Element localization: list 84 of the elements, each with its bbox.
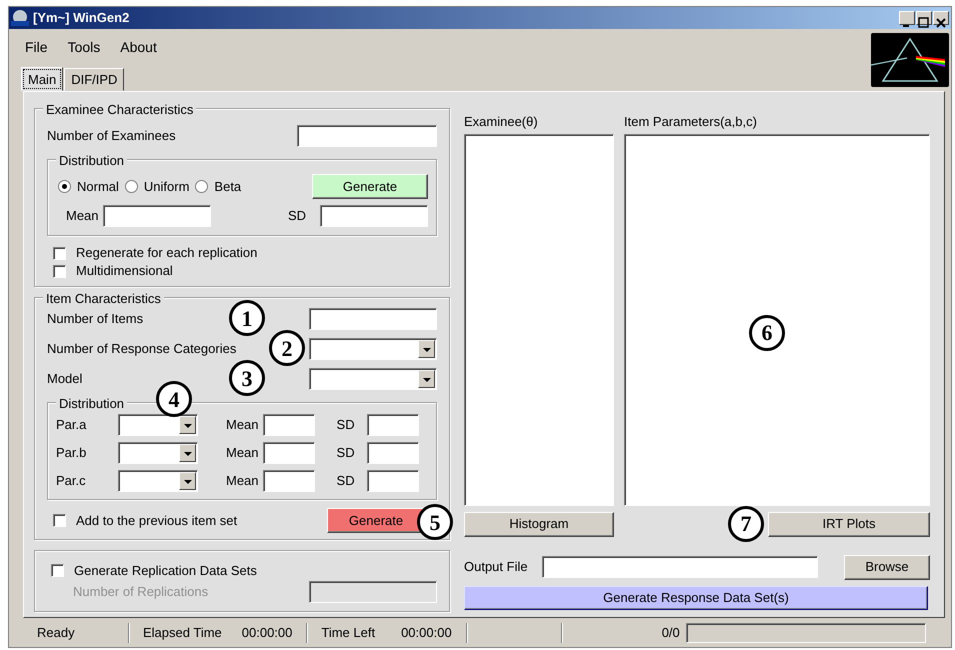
checkbox-label: Multidimensional	[76, 262, 173, 280]
callout-marker: 7	[728, 506, 764, 542]
caret-icon[interactable]	[179, 444, 196, 462]
status-text: 0/0	[662, 624, 680, 642]
menu-item[interactable]: Tools	[58, 37, 110, 60]
generate-button[interactable]: Generate	[312, 174, 428, 199]
field-label: Number of Examinees	[47, 127, 176, 146]
window-title: [Ym~] WinGen2	[33, 9, 130, 28]
field-label: Mean	[226, 444, 259, 462]
field-label: SD	[288, 207, 306, 226]
caret-icon[interactable]	[418, 340, 435, 358]
generate-button[interactable]: Generate	[327, 508, 425, 533]
maximize-icon[interactable]	[916, 11, 932, 25]
status-text: Time Left	[321, 624, 376, 642]
status-text: 00:00:00	[242, 624, 292, 642]
input-field[interactable]	[262, 414, 315, 436]
input-field[interactable]	[366, 414, 419, 436]
app-icon	[11, 10, 29, 26]
checkbox-label: Add to the previous item set	[76, 512, 238, 530]
caret-icon[interactable]	[179, 416, 196, 434]
input-field[interactable]	[366, 442, 419, 464]
input-field[interactable]	[309, 308, 437, 330]
browse-button[interactable]: Browse	[844, 554, 930, 580]
option-label: Beta	[214, 178, 242, 196]
status-text: Ready	[37, 624, 75, 642]
item-parameters-list[interactable]: 6	[624, 134, 930, 506]
tab[interactable]: DIF/IPD	[64, 68, 124, 91]
field-label: SD	[336, 444, 355, 462]
option-label: Normal	[77, 178, 119, 196]
input-field[interactable]	[262, 442, 315, 464]
callout-marker: 6	[749, 314, 785, 350]
histogram-button[interactable]: Histogram	[464, 512, 614, 536]
radio-button[interactable]	[124, 180, 138, 193]
option-label: Uniform	[144, 178, 190, 196]
field-label: Model	[47, 370, 82, 388]
output-file-field[interactable]	[542, 556, 818, 578]
status-text: 00:00:00	[401, 624, 452, 642]
field-label: Number of Replications	[73, 582, 208, 601]
field-label: SD	[336, 472, 355, 490]
checkbox[interactable]	[53, 246, 66, 260]
menu-item[interactable]: File	[15, 37, 58, 60]
field-label: Par.c	[56, 472, 87, 490]
field-label: Mean	[226, 416, 259, 434]
irt-plots-button[interactable]: IRT Plots	[768, 512, 930, 536]
field-label: Output File	[464, 558, 528, 576]
status-text: Elapsed Time	[143, 624, 222, 642]
menu-item[interactable]: About	[110, 37, 167, 60]
callout-marker: 3	[229, 360, 265, 396]
close-icon[interactable]	[933, 11, 949, 25]
tab[interactable]: Main	[21, 66, 64, 91]
checkbox[interactable]	[53, 514, 66, 527]
field-label: Mean	[66, 207, 99, 226]
caret-icon[interactable]	[418, 370, 435, 388]
dropdown-field[interactable]	[118, 414, 198, 436]
callout-marker: 5	[417, 504, 453, 540]
input-field[interactable]	[366, 470, 419, 492]
dropdown-field[interactable]	[118, 442, 198, 464]
caret-icon[interactable]	[179, 472, 196, 490]
dropdown-field[interactable]	[309, 338, 437, 360]
dropdown-field[interactable]	[118, 470, 198, 492]
field-label: Par.b	[56, 444, 88, 462]
input-field[interactable]	[262, 470, 315, 492]
callout-marker: 2	[269, 330, 305, 366]
input-field[interactable]	[320, 205, 428, 227]
field-label: Par.a	[56, 416, 88, 434]
field-label: Number of Items	[47, 310, 144, 328]
input-field[interactable]	[102, 205, 211, 227]
list-label: Examinee(θ)	[464, 113, 539, 131]
radio-button[interactable]	[195, 180, 208, 193]
list-label: Item Parameters(a,b,c)	[624, 113, 758, 131]
input-field[interactable]	[309, 580, 437, 602]
radio-button[interactable]	[58, 180, 71, 193]
field-label: SD	[336, 416, 355, 434]
input-field[interactable]	[297, 125, 437, 147]
minimize-icon[interactable]	[899, 11, 915, 25]
checkbox-label: Generate Replication Data Sets	[74, 562, 257, 580]
callout-marker: 4	[156, 381, 192, 417]
field-label: Mean	[226, 472, 259, 490]
dropdown-field[interactable]	[309, 368, 437, 390]
checkbox[interactable]	[53, 264, 66, 278]
generate-response-button[interactable]: Generate Response Data Set(s)	[464, 586, 928, 610]
checkbox-label: Regenerate for each replication	[76, 244, 258, 262]
callout-marker: 1	[229, 300, 265, 336]
field-label: Number of Response Categories	[47, 340, 236, 358]
